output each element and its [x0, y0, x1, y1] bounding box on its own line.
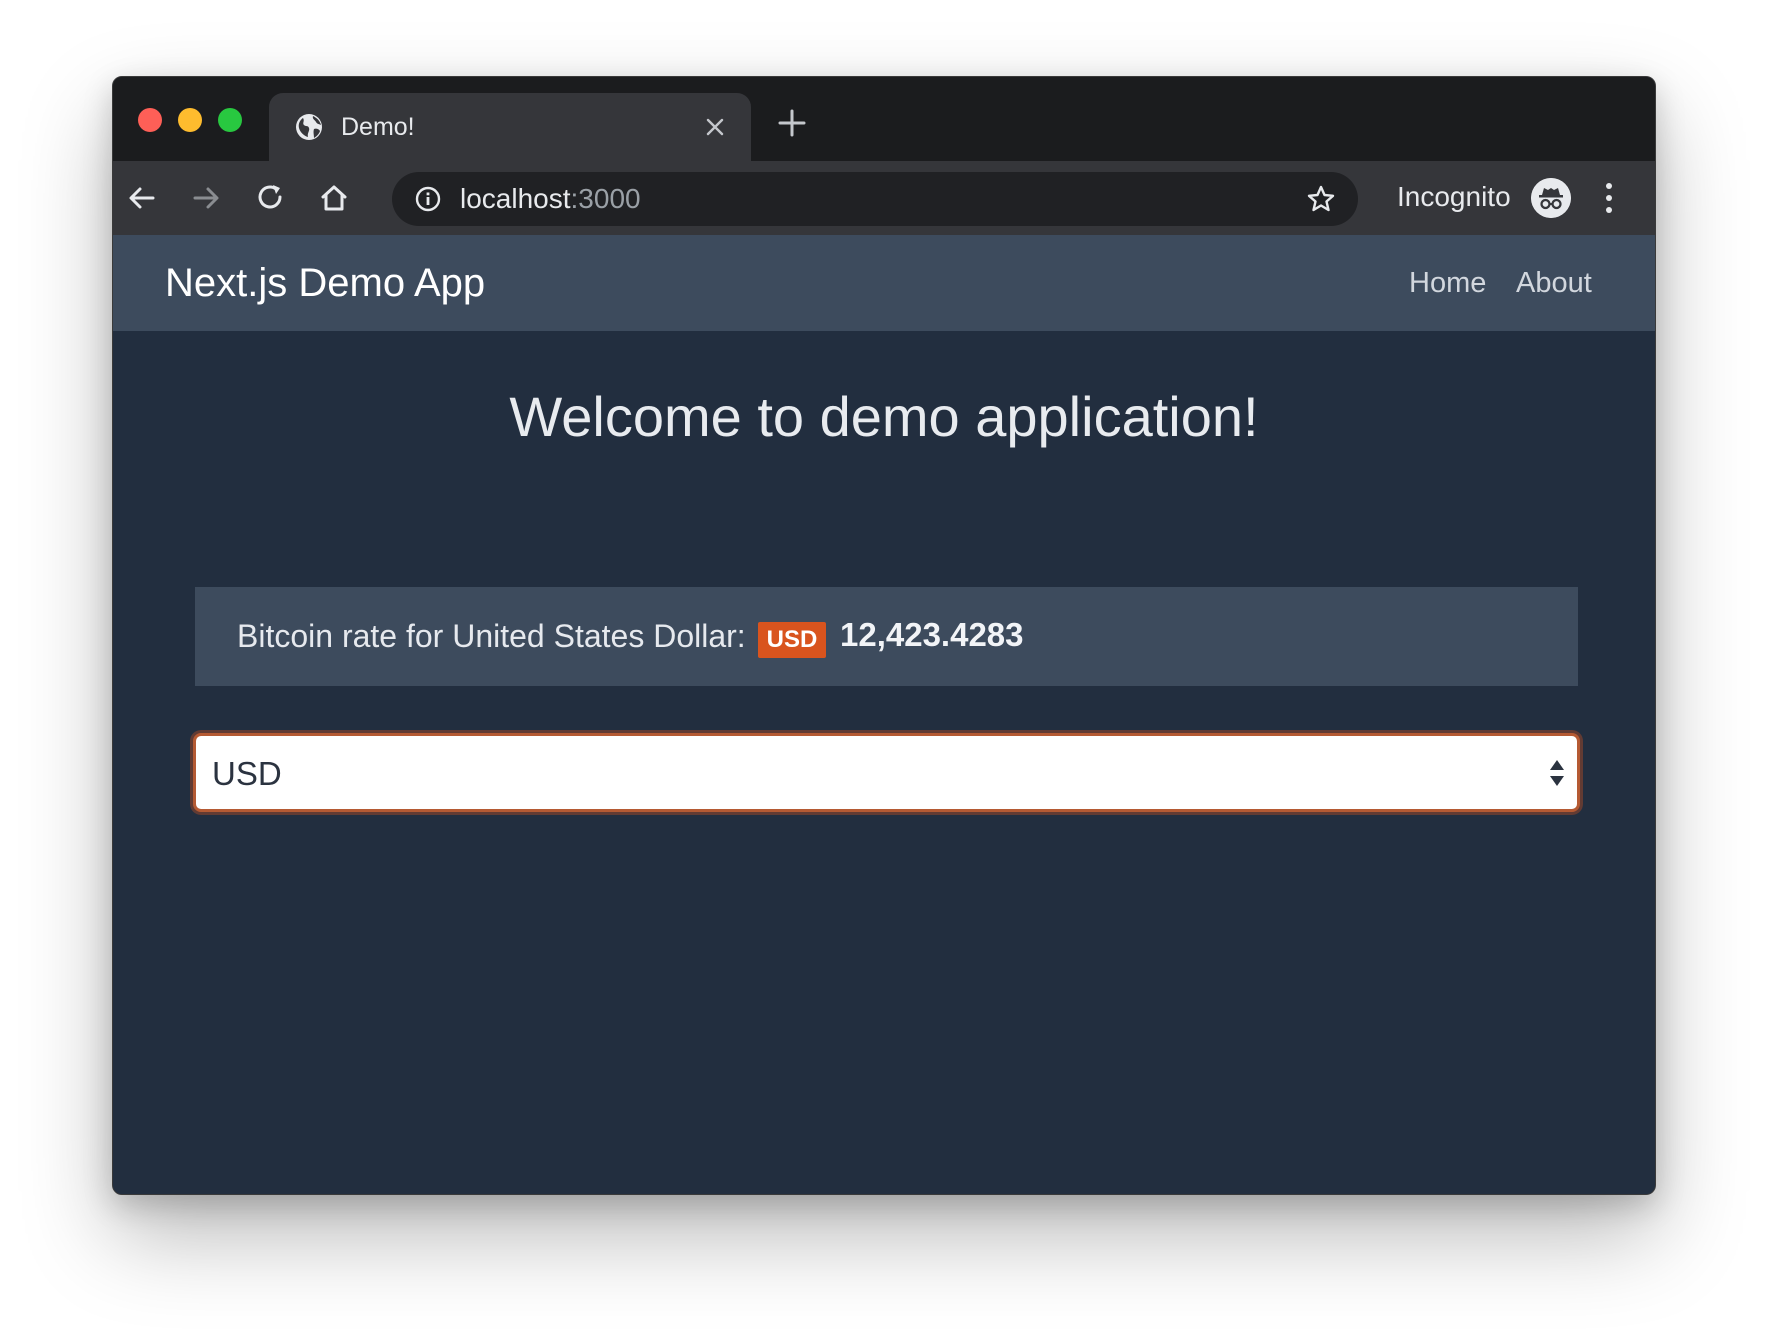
currency-select-value: USD [212, 755, 282, 792]
bitcoin-rate-card: Bitcoin rate for United States Dollar: U… [195, 587, 1578, 686]
app-brand[interactable]: Next.js Demo App [165, 259, 485, 307]
tab-title: Demo! [341, 113, 415, 141]
url-host: localhost [460, 183, 571, 214]
minimize-window-button[interactable] [178, 108, 202, 132]
maximize-window-button[interactable] [218, 108, 242, 132]
rate-label: Bitcoin rate for United States Dollar: [237, 618, 746, 654]
info-icon[interactable] [414, 185, 442, 213]
web-page: Next.js Demo App Home About Welcome to d… [113, 235, 1655, 1194]
incognito-icon[interactable] [1531, 178, 1571, 218]
more-menu-icon[interactable] [1603, 179, 1615, 217]
incognito-label[interactable]: Incognito [1397, 179, 1511, 215]
browser-window: Demo! localhost:3000 Incognito Next.js D… [112, 76, 1656, 1195]
currency-select[interactable]: USD [193, 733, 1580, 812]
app-navbar: Next.js Demo App Home About [113, 235, 1655, 331]
globe-icon [296, 114, 322, 140]
tab-strip: Demo! [113, 77, 1655, 161]
url-port: :3000 [570, 183, 641, 214]
url-text[interactable]: localhost:3000 [460, 183, 641, 215]
home-icon[interactable] [317, 181, 351, 215]
new-tab-plus-icon[interactable] [777, 108, 807, 138]
tab-demo[interactable]: Demo! [269, 93, 751, 161]
reload-icon[interactable] [253, 181, 287, 215]
address-bar[interactable]: localhost:3000 [392, 172, 1358, 226]
rate-value: 12,423.4283 [840, 616, 1024, 653]
select-arrows-icon [1550, 760, 1564, 786]
close-icon[interactable] [703, 115, 727, 139]
currency-badge: USD [758, 622, 826, 658]
nav-link-home[interactable]: Home [1409, 265, 1486, 301]
browser-toolbar: localhost:3000 Incognito [113, 161, 1655, 235]
forward-arrow-icon[interactable] [189, 181, 223, 215]
bookmark-star-icon[interactable] [1306, 184, 1336, 214]
back-arrow-icon[interactable] [125, 181, 159, 215]
page-title: Welcome to demo application! [509, 385, 1259, 448]
nav-link-about[interactable]: About [1516, 265, 1592, 301]
close-window-button[interactable] [138, 108, 162, 132]
